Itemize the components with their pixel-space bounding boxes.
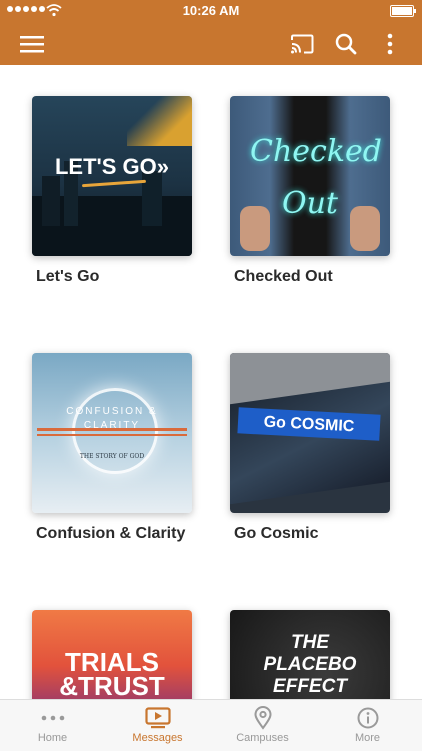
message-card-trials-trust[interactable]: TRIALS &TRUST <box>32 610 208 699</box>
message-card-confusion-clarity[interactable]: CONFUSION & CLARITY THE STORY OF GOD Con… <box>32 353 208 543</box>
app-bar <box>0 22 422 65</box>
message-title: Confusion & Clarity <box>36 525 186 542</box>
tab-label: Messages <box>132 732 183 744</box>
tab-campuses[interactable]: Campuses <box>210 700 315 751</box>
artwork-text: Checked Out <box>250 134 382 221</box>
artwork-text: CONFUSION & CLARITY <box>66 406 158 431</box>
artwork-text: TRIALS &TRUST <box>59 647 165 699</box>
message-card-placebo-effect[interactable]: THE PLACEBO EFFECT <box>230 610 406 699</box>
tab-home[interactable]: Home <box>0 700 105 751</box>
more-vertical-icon <box>387 33 393 54</box>
message-card-checked-out[interactable]: Checked Out Checked Out <box>230 96 406 286</box>
status-time: 10:26 AM <box>182 3 240 18</box>
search-button[interactable] <box>328 22 364 65</box>
tab-more[interactable]: More <box>315 700 420 751</box>
cast-icon <box>291 34 314 53</box>
message-artwork: Checked Out <box>230 96 390 256</box>
message-card-lets-go[interactable]: LET'S GO» Let's Go <box>32 96 208 286</box>
tab-label: Campuses <box>236 732 289 744</box>
more-options-button[interactable] <box>372 22 408 65</box>
cast-button[interactable] <box>284 22 320 65</box>
location-pin-icon <box>253 706 272 730</box>
message-artwork: LET'S GO» <box>32 96 192 256</box>
bottom-tab-bar: Home Messages Campuses More <box>0 699 422 751</box>
message-artwork: Go COSMIC <box>230 353 390 513</box>
artwork-subtext: THE STORY OF GOD <box>79 453 145 460</box>
messages-grid: LET'S GO» Let's Go Checked Out Checked O… <box>0 65 422 699</box>
message-artwork: CONFUSION & CLARITY THE STORY OF GOD <box>32 353 192 513</box>
menu-icon <box>20 35 44 52</box>
message-title: Checked Out <box>234 268 333 285</box>
message-artwork: TRIALS &TRUST <box>32 610 192 699</box>
artwork-text: THE PLACEBO EFFECT <box>263 632 357 697</box>
tab-messages[interactable]: Messages <box>105 700 210 751</box>
search-icon <box>335 33 357 54</box>
message-title: Go Cosmic <box>234 525 319 542</box>
tab-label: More <box>354 732 381 744</box>
info-icon <box>357 707 378 729</box>
tab-label: Home <box>37 732 68 744</box>
video-icon <box>144 707 171 729</box>
artwork-text: LET'S GO» <box>54 154 170 179</box>
menu-button[interactable] <box>14 22 50 65</box>
message-card-go-cosmic[interactable]: Go COSMIC Go Cosmic <box>230 353 406 543</box>
message-artwork: THE PLACEBO EFFECT <box>230 610 390 699</box>
battery-icon <box>390 5 416 17</box>
message-title: Let's Go <box>36 268 100 285</box>
dots-icon <box>41 715 64 721</box>
status-bar: 10:26 AM <box>0 0 422 22</box>
